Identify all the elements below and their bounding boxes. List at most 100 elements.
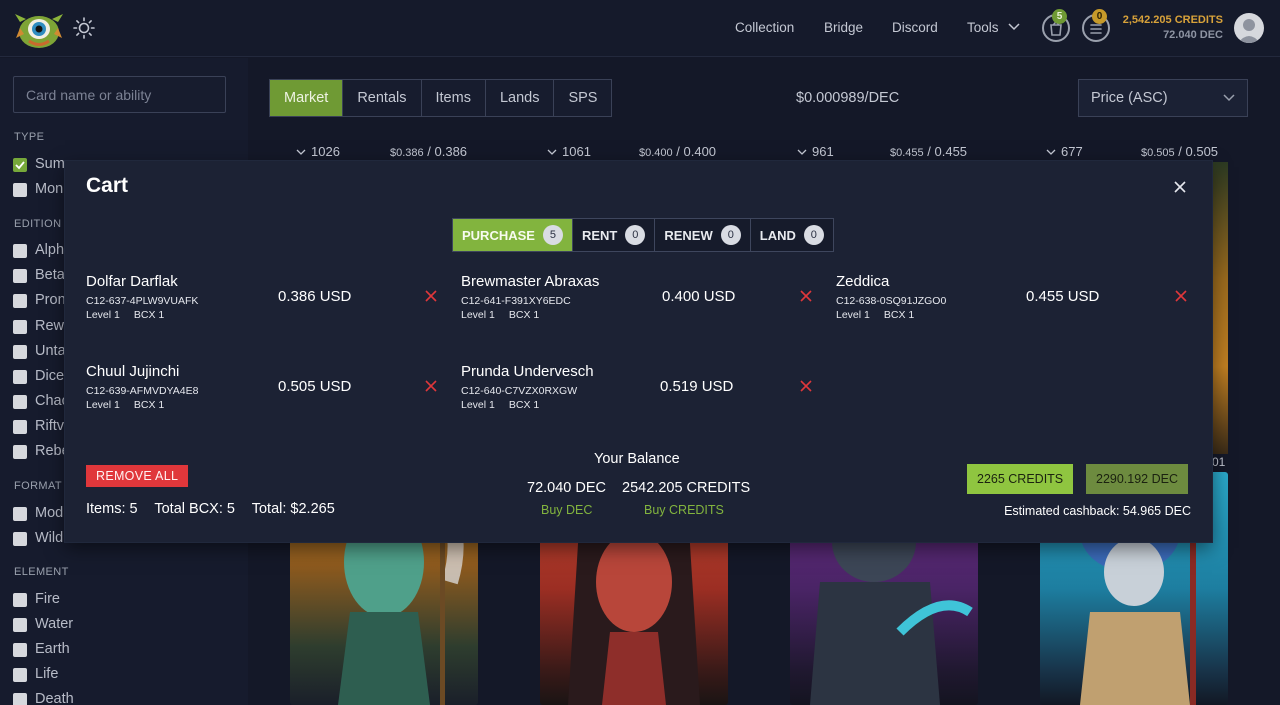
sun-icon[interactable] xyxy=(72,16,96,40)
element-label-death: Death xyxy=(35,691,74,705)
pay-with-credits-button[interactable]: 2265 CREDITS xyxy=(967,464,1074,494)
edition-label: Beta xyxy=(35,267,65,283)
cart-count-badge: 5 xyxy=(1052,9,1067,24)
search-input[interactable] xyxy=(13,76,226,113)
card-price: $0.400 / 0.400 xyxy=(639,144,717,159)
card-price: $0.505 / 0.505 xyxy=(1141,144,1219,159)
tab-renew[interactable]: RENEW 0 xyxy=(655,219,751,251)
tab-lands[interactable]: Lands xyxy=(485,80,555,116)
edition-label: Pron xyxy=(35,292,66,308)
format-checkbox-wild[interactable] xyxy=(13,532,27,546)
tab-rentals[interactable]: Rentals xyxy=(343,80,422,116)
count-badge: 0 xyxy=(625,225,646,245)
nav-bridge[interactable]: Bridge xyxy=(824,20,863,35)
cart-item: Chuul Jujinchi C12-639-AFMVDYA4E8 Level … xyxy=(86,363,446,423)
element-checkbox-death[interactable] xyxy=(13,693,27,705)
format-checkbox-modern[interactable] xyxy=(13,507,27,521)
market-tabs: Market Rentals Items Lands SPS xyxy=(269,79,613,117)
tab-market[interactable]: Market xyxy=(270,80,344,116)
item-price: 0.400 USD xyxy=(662,288,736,305)
edition-checkbox[interactable] xyxy=(13,420,27,434)
remove-all-button[interactable]: REMOVE ALL xyxy=(86,465,189,487)
element-checkbox-earth[interactable] xyxy=(13,643,27,657)
dec-balance: 72.040 DEC xyxy=(1163,29,1223,41)
element-checkbox-fire[interactable] xyxy=(13,593,27,607)
buy-dec-link[interactable]: Buy DEC xyxy=(541,503,592,517)
tab-purchase[interactable]: PURCHASE 5 xyxy=(453,219,573,251)
nav-discord[interactable]: Discord xyxy=(892,20,938,35)
pay-with-dec-button[interactable]: 2290.192 DEC xyxy=(1086,464,1189,494)
element-label-earth: Earth xyxy=(35,641,70,657)
remove-item-icon[interactable] xyxy=(425,290,437,302)
chevron-down-icon[interactable] xyxy=(1046,148,1056,157)
type-checkbox-monster[interactable] xyxy=(13,183,27,197)
card-count: 961 xyxy=(812,144,834,159)
format-label-wild: Wild xyxy=(35,530,64,546)
edition-checkbox[interactable] xyxy=(13,269,27,283)
tab-label: PURCHASE xyxy=(462,227,535,243)
credits-balance: 2,542.205 CREDITS xyxy=(1122,14,1223,26)
card-price-dec: 0.386 xyxy=(434,144,468,159)
edition-checkbox[interactable] xyxy=(13,370,27,384)
item-bcx: BCX 1 xyxy=(508,399,540,411)
cart-item: Dolfar Darflak C12-637-4PLW9VUAFK Level … xyxy=(86,273,446,333)
type-checkbox-summoner[interactable] xyxy=(13,158,27,172)
edition-label: Chac xyxy=(35,393,69,409)
tab-label: RENT xyxy=(581,227,618,243)
total-bcx: Total BCX: 5 xyxy=(154,501,235,517)
nav-collection[interactable]: Collection xyxy=(735,20,794,35)
edition-label: Rew xyxy=(35,318,65,334)
item-level: Level 1 xyxy=(86,309,120,321)
card-price-usd: $0.455 xyxy=(890,147,924,159)
edition-checkbox[interactable] xyxy=(13,345,27,359)
item-name: Chuul Jujinchi xyxy=(86,363,180,380)
element-label-life: Life xyxy=(35,666,59,682)
buy-credits-link[interactable]: Buy CREDITS xyxy=(644,503,724,517)
card-image[interactable] xyxy=(1212,162,1228,454)
tab-land[interactable]: LAND 0 xyxy=(750,219,833,251)
close-icon[interactable] xyxy=(1172,179,1188,195)
chevron-down-icon[interactable] xyxy=(1008,22,1020,32)
items-count: Items: 5 xyxy=(86,501,138,517)
item-bcx: BCX 1 xyxy=(133,309,165,321)
format-section-title: FORMAT xyxy=(14,480,63,492)
card-price-dec: 0.400 xyxy=(683,144,717,159)
item-name: Brewmaster Abraxas xyxy=(461,273,600,290)
remove-item-icon[interactable] xyxy=(800,380,812,392)
edition-label: Riftv xyxy=(35,418,64,434)
remove-item-icon[interactable] xyxy=(425,380,437,392)
count-badge: 0 xyxy=(720,225,741,245)
chevron-down-icon xyxy=(1223,94,1235,102)
item-bcx: BCX 1 xyxy=(883,309,915,321)
cart-modal: Cart PURCHASE 5 RENT 0 RENEW 0 LAND 0 Do… xyxy=(65,161,1212,542)
card-price-usd: $0.400 xyxy=(639,147,673,159)
nav-tools[interactable]: Tools xyxy=(967,20,999,35)
cart-item: Brewmaster Abraxas C12-641-F391XY6EDC Le… xyxy=(461,273,821,333)
tab-label: LAND xyxy=(759,227,796,243)
dec-price-rate: $0.000989/DEC xyxy=(796,90,900,106)
remove-item-icon[interactable] xyxy=(1175,290,1187,302)
tab-sps[interactable]: SPS xyxy=(554,80,612,116)
sort-select[interactable]: Price (ASC) xyxy=(1078,79,1248,117)
edition-checkbox[interactable] xyxy=(13,320,27,334)
edition-checkbox[interactable] xyxy=(13,395,27,409)
chevron-down-icon[interactable] xyxy=(547,148,557,157)
chevron-down-icon[interactable] xyxy=(797,148,807,157)
element-section-title: ELEMENT xyxy=(14,566,69,578)
edition-label: Unta xyxy=(35,343,66,359)
edition-checkbox[interactable] xyxy=(13,294,27,308)
element-checkbox-life[interactable] xyxy=(13,668,27,682)
tab-items[interactable]: Items xyxy=(421,80,486,116)
balance-dec: 72.040 DEC xyxy=(527,480,606,496)
balance-line: 72.040 DEC 2542.205 CREDITS xyxy=(527,480,762,496)
avatar[interactable] xyxy=(1234,13,1264,43)
monster-logo-icon[interactable] xyxy=(14,8,64,50)
edition-checkbox[interactable] xyxy=(13,244,27,258)
cart-type-tabs: PURCHASE 5 RENT 0 RENEW 0 LAND 0 xyxy=(452,218,834,252)
tab-rent[interactable]: RENT 0 xyxy=(572,219,656,251)
remove-item-icon[interactable] xyxy=(800,290,812,302)
count-badge: 5 xyxy=(542,225,563,245)
element-checkbox-water[interactable] xyxy=(13,618,27,632)
chevron-down-icon[interactable] xyxy=(296,148,306,157)
edition-checkbox[interactable] xyxy=(13,445,27,459)
